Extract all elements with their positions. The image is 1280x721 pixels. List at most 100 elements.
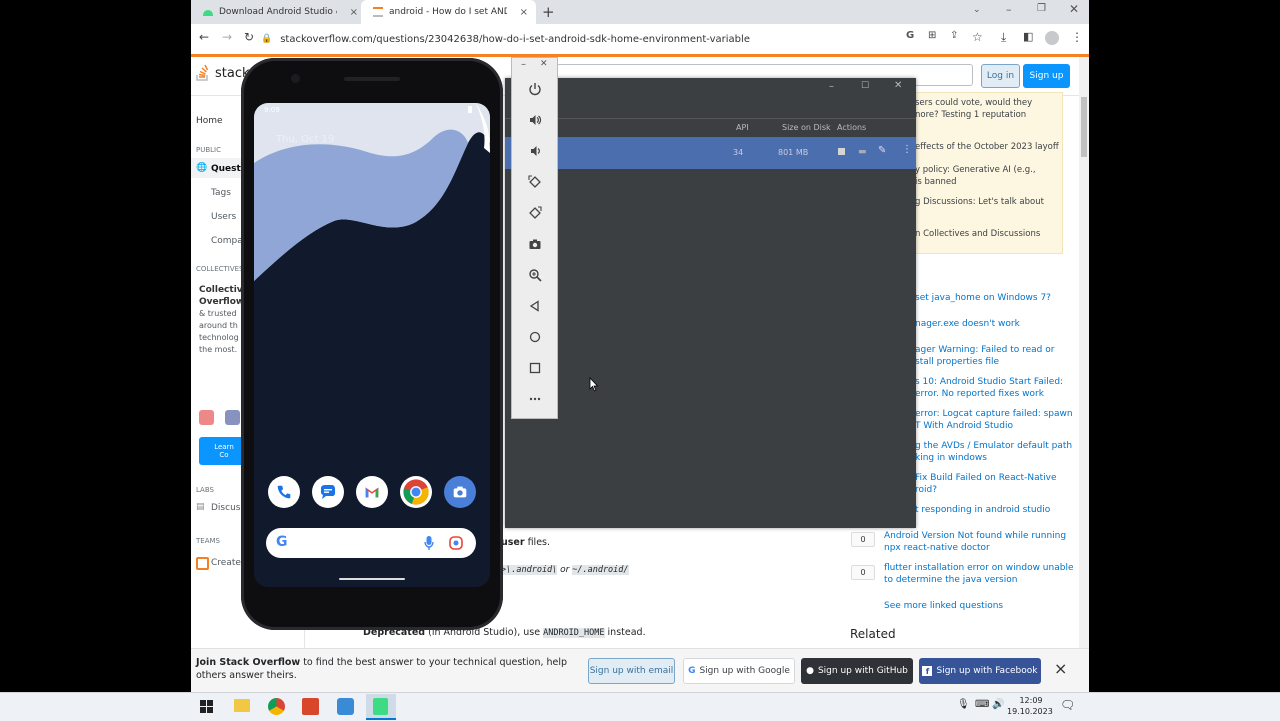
emulator-taskbar-active[interactable] (366, 694, 396, 720)
close-banner-icon[interactable]: × (1054, 659, 1067, 678)
close-tab-icon[interactable]: × (350, 7, 358, 18)
nav-questions[interactable]: Questi (211, 164, 244, 174)
android-studio-taskbar-icon[interactable] (337, 698, 354, 715)
linked-question-6b[interactable]: king in windows (915, 452, 987, 464)
emulator-minimize-icon[interactable]: – (521, 59, 526, 70)
side-panel-icon[interactable]: ◧ (1023, 30, 1033, 43)
avd-minimize-icon[interactable]: – (829, 81, 834, 92)
bookmark-star-icon[interactable]: ☆ (972, 30, 983, 44)
linked-question-5b[interactable]: T With Android Studio (915, 420, 1013, 432)
profile-avatar-icon[interactable] (1045, 31, 1059, 45)
download-icon[interactable]: ⤓ (1001, 30, 1006, 45)
linked-question-2[interactable]: nager.exe doesn't work (915, 318, 1020, 330)
back-button[interactable] (512, 295, 557, 317)
restore-icon[interactable]: ❐ (1037, 3, 1046, 14)
tab-android-studio[interactable]: Download Android Studio & Ap × (191, 0, 366, 24)
nav-tags[interactable]: Tags (211, 188, 231, 198)
back-icon[interactable]: ← (199, 30, 209, 44)
gesture-nav-bar[interactable] (339, 578, 405, 580)
screenshot-button[interactable] (512, 233, 557, 255)
more-actions-icon[interactable]: ⋮ (902, 144, 912, 155)
linked-question-9[interactable]: Android Version Not found while running (884, 530, 1066, 542)
emulator-close-icon[interactable]: ✕ (540, 59, 548, 69)
notice-line-3[interactable]: effects of the October 2023 layoff (915, 141, 1059, 153)
mic-icon[interactable] (424, 535, 434, 551)
phone-app-icon[interactable] (268, 476, 300, 508)
linked-question-5[interactable]: error: Logcat capture failed: spawn (915, 408, 1073, 420)
minimize-icon[interactable]: – (1006, 3, 1012, 16)
linked-question-3[interactable]: ager Warning: Failed to read or (915, 344, 1054, 356)
stackoverflow-logo-icon[interactable] (196, 63, 209, 81)
linked-question-8[interactable]: t responding in android studio (915, 504, 1050, 516)
signup-button[interactable]: Sign up (1023, 64, 1070, 88)
google-lens-icon[interactable]: G (906, 30, 914, 41)
new-tab-button[interactable]: + (542, 3, 555, 21)
mic-tray-icon[interactable]: 🎙 (957, 699, 970, 710)
notice-line-6[interactable]: g Discussions: Let's talk about (915, 196, 1044, 208)
notifications-icon[interactable]: 🗨 (1060, 698, 1075, 712)
clock-time[interactable]: 12:09 (1014, 696, 1048, 705)
zoom-button[interactable] (512, 264, 557, 286)
translate-icon[interactable]: ⊞ (928, 30, 936, 41)
tab-search-chevron-icon[interactable]: ⌄ (973, 5, 981, 15)
signup-github-button[interactable]: ● Sign up with GitHub (801, 658, 913, 684)
signup-email-button[interactable]: Sign up with email (588, 658, 675, 684)
language-tray-icon[interactable]: ⌨ (975, 699, 989, 710)
signup-google-button[interactable]: G Sign up with Google (683, 658, 795, 684)
login-button[interactable]: Log in (981, 64, 1020, 88)
address-bar[interactable]: 🔒 stackoverflow.com/questions/23042638/h… (261, 28, 901, 50)
scrollbar-thumb[interactable] (1081, 97, 1087, 157)
close-window-icon[interactable]: ✕ (1069, 2, 1079, 16)
stop-icon[interactable] (838, 148, 845, 155)
rotate-left-button[interactable] (512, 171, 557, 193)
linked-question-6[interactable]: g the AVDs / Emulator default path (915, 440, 1072, 452)
nav-companies[interactable]: Compa (211, 236, 243, 246)
linked-question-7[interactable]: Fix Build Failed on React-Native (915, 472, 1056, 484)
more-controls-button[interactable] (512, 388, 557, 410)
overview-button[interactable] (512, 357, 557, 379)
lens-icon[interactable] (449, 536, 463, 550)
linked-question-4b[interactable]: error. No reported fixes work (915, 388, 1044, 400)
clock-date[interactable]: 19.10.2023 (1007, 707, 1053, 716)
linked-question-1[interactable]: set java_home on Windows 7? (915, 292, 1051, 304)
tab-stackoverflow[interactable]: android - How do I set ANDROID × (361, 0, 536, 24)
chrome-app-icon[interactable] (400, 476, 432, 508)
phone-screen[interactable]: 9:09 Thu, Oct 19 G (254, 103, 490, 587)
col-size-header[interactable]: Size on Disk (782, 123, 831, 132)
edit-pencil-icon[interactable]: ✎ (878, 145, 886, 156)
rotate-right-button[interactable] (512, 202, 557, 224)
linked-question-4[interactable]: s 10: Android Studio Start Failed: (915, 376, 1063, 388)
linked-question-9b[interactable]: npx react-native doctor (884, 542, 990, 554)
nav-users[interactable]: Users (211, 212, 236, 222)
avd-maximize-icon[interactable]: ☐ (861, 81, 869, 91)
volume-up-button[interactable] (512, 109, 557, 131)
chrome-taskbar-icon[interactable] (268, 698, 285, 715)
nav-create-team[interactable]: Create (211, 558, 241, 568)
windows-start-icon[interactable] (200, 700, 213, 713)
share-icon[interactable]: ⇪ (950, 30, 958, 41)
linked-question-3b[interactable]: stall properties file (915, 356, 999, 368)
reload-icon[interactable]: ↻ (244, 30, 254, 44)
volume-tray-icon[interactable]: 🔊 (992, 699, 1004, 710)
nav-home[interactable]: Home (196, 116, 223, 126)
linked-question-10b[interactable]: to determine the java version (884, 574, 1017, 586)
signup-facebook-button[interactable]: f Sign up with Facebook (919, 658, 1041, 684)
notice-line-7[interactable]: n Collectives and Discussions (915, 228, 1040, 240)
volume-down-button[interactable] (512, 140, 557, 162)
menu-kebab-icon[interactable]: ⋮ (1071, 30, 1083, 44)
linked-question-7b[interactable]: roid? (915, 484, 937, 496)
forward-icon[interactable]: → (222, 30, 232, 44)
messages-app-icon[interactable] (312, 476, 344, 508)
power-button[interactable] (512, 78, 557, 100)
close-tab-icon[interactable]: × (520, 7, 528, 18)
recorder-taskbar-icon[interactable] (302, 698, 319, 715)
avd-close-icon[interactable]: ✕ (894, 80, 902, 91)
gmail-app-icon[interactable] (356, 476, 388, 508)
page-scrollbar[interactable] (1079, 57, 1089, 648)
device-row-selected[interactable]: 34 801 MB ▬ ✎ ⋮ (505, 137, 916, 169)
see-more-linked-link[interactable]: See more linked questions (884, 600, 1003, 612)
linked-question-10[interactable]: flutter installation error on window una… (884, 562, 1073, 574)
notice-line-2[interactable]: nore? Testing 1 reputation (915, 109, 1026, 121)
col-api-header[interactable]: API (736, 123, 749, 132)
notice-line-5[interactable]: is banned (915, 176, 957, 188)
